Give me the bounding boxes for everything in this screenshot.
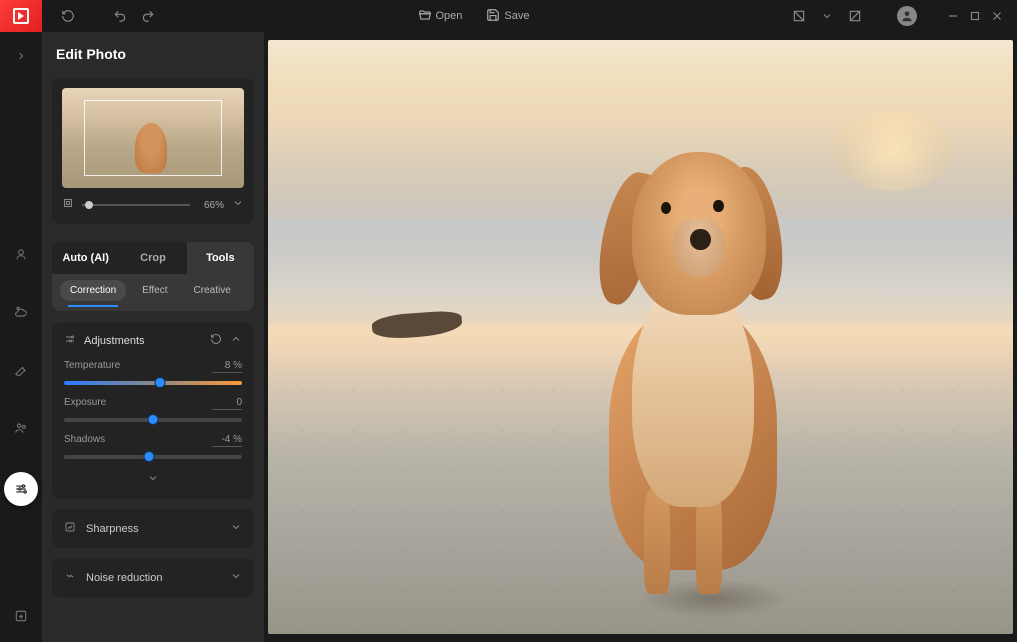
- shadows-value[interactable]: -4 %: [212, 434, 242, 447]
- temperature-label: Temperature: [64, 360, 120, 371]
- sliders-icon: [64, 333, 76, 348]
- save-label: Save: [504, 10, 529, 22]
- tab-crop[interactable]: Crop: [119, 242, 186, 274]
- open-label: Open: [436, 10, 463, 22]
- collapse-panel-button[interactable]: [7, 42, 35, 70]
- chevron-up-icon[interactable]: [230, 333, 242, 348]
- topbar: Open Save: [0, 0, 1017, 32]
- tab-auto-ai[interactable]: Auto (AI): [52, 242, 119, 274]
- maximize-button[interactable]: [967, 8, 983, 24]
- temperature-slider-block: Temperature 8 %: [64, 360, 242, 385]
- fit-screen-icon[interactable]: [62, 196, 74, 214]
- checker-button[interactable]: [789, 6, 809, 26]
- save-icon: [486, 8, 500, 25]
- compare-button[interactable]: [845, 6, 865, 26]
- sidebar-rail: [0, 32, 42, 642]
- noise-icon: [64, 570, 76, 585]
- sharpness-label: Sharpness: [86, 523, 139, 535]
- preview-thumbnail[interactable]: [62, 88, 244, 188]
- tabs-card: Auto (AI) Crop Tools Correction Effect C…: [52, 242, 254, 311]
- noise-reduction-section[interactable]: Noise reduction: [52, 558, 254, 597]
- reset-section-button[interactable]: [210, 333, 222, 348]
- exposure-label: Exposure: [64, 397, 106, 408]
- rail-people[interactable]: [7, 414, 35, 442]
- rail-adjustments[interactable]: [4, 472, 38, 506]
- exposure-slider[interactable]: [64, 418, 242, 422]
- canvas-area[interactable]: [264, 32, 1017, 642]
- photo-preview: [268, 40, 1013, 634]
- noise-label: Noise reduction: [86, 572, 162, 584]
- rail-weather[interactable]: [7, 298, 35, 326]
- temperature-slider[interactable]: [64, 381, 242, 385]
- app-logo[interactable]: [0, 0, 42, 32]
- subtab-correction[interactable]: Correction: [60, 280, 126, 301]
- chevron-down-icon: [230, 521, 242, 536]
- folder-open-icon: [418, 8, 432, 25]
- undo-button[interactable]: [110, 6, 130, 26]
- sharpness-section[interactable]: Sharpness: [52, 509, 254, 548]
- panel-title: Edit Photo: [42, 32, 264, 70]
- chevron-down-icon: [230, 570, 242, 585]
- chevron-down-icon[interactable]: [232, 196, 244, 214]
- rail-export[interactable]: [7, 602, 35, 630]
- sharpness-icon: [64, 521, 76, 536]
- edit-panel: Edit Photo 66% Auto (AI) Crop Tools: [42, 32, 264, 642]
- subtab-effect[interactable]: Effect: [132, 280, 177, 301]
- save-button[interactable]: Save: [478, 8, 537, 25]
- subtab-creative[interactable]: Creative: [184, 280, 241, 301]
- shadows-slider[interactable]: [64, 455, 242, 459]
- open-button[interactable]: Open: [410, 8, 471, 25]
- redo-button[interactable]: [138, 6, 158, 26]
- minimize-button[interactable]: [945, 8, 961, 24]
- user-avatar[interactable]: [897, 6, 917, 26]
- shadows-slider-block: Shadows -4 %: [64, 434, 242, 459]
- reset-button[interactable]: [58, 6, 78, 26]
- zoom-value: 66%: [198, 200, 224, 211]
- show-more-button[interactable]: [64, 471, 242, 489]
- close-button[interactable]: [989, 8, 1005, 24]
- adjustments-section: Adjustments Temperature 8 % Exposure: [52, 323, 254, 499]
- preview-card: 66%: [52, 78, 254, 224]
- rail-portrait[interactable]: [7, 240, 35, 268]
- zoom-slider[interactable]: [82, 204, 190, 206]
- rail-eraser[interactable]: [7, 356, 35, 384]
- temperature-value[interactable]: 8 %: [212, 360, 242, 373]
- shadows-label: Shadows: [64, 434, 105, 445]
- chevron-down-icon[interactable]: [817, 6, 837, 26]
- adjustments-title: Adjustments: [84, 335, 145, 347]
- exposure-value[interactable]: 0: [212, 397, 242, 410]
- exposure-slider-block: Exposure 0: [64, 397, 242, 422]
- tab-tools[interactable]: Tools: [187, 242, 254, 274]
